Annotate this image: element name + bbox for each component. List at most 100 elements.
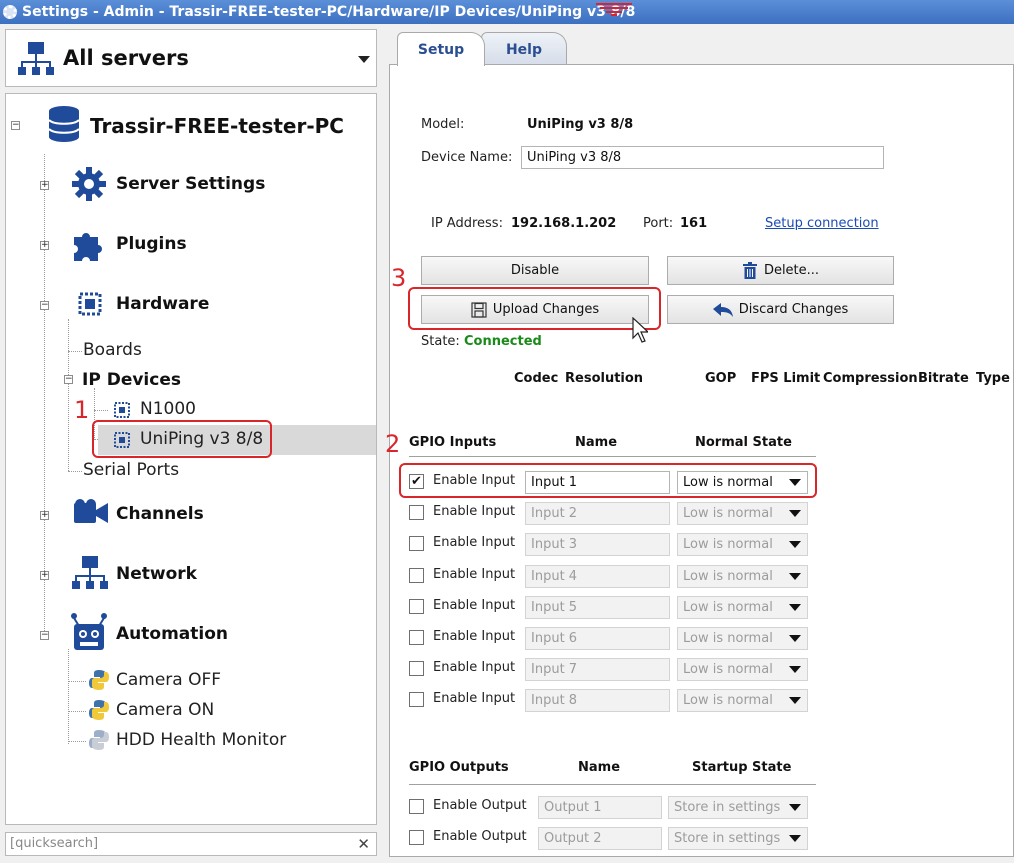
- port-label: Port:: [643, 216, 674, 231]
- gpio-input-checkbox[interactable]: [409, 630, 424, 645]
- annotation-highlight-3: [408, 287, 661, 330]
- gpio-input-name-field[interactable]: Input 7: [525, 658, 670, 682]
- gpio-input-checkbox[interactable]: [409, 692, 424, 708]
- column-header-codec: Codec: [514, 371, 559, 386]
- gpio-input-checkbox-label: Enable Input: [433, 566, 516, 582]
- annotation-number-1: 1: [74, 396, 90, 424]
- settings-gear-icon: [3, 5, 17, 19]
- discard-changes-button[interactable]: Discard Changes: [667, 295, 894, 324]
- gpio-input-checkbox[interactable]: [409, 598, 424, 614]
- chevron-down-icon: [789, 666, 801, 674]
- gpio-inputs-normal-state-header: Normal State: [695, 435, 792, 450]
- gpio-outputs-startup-state-header: Startup State: [692, 760, 792, 775]
- gpio-input-name-field[interactable]: Input 6: [525, 627, 670, 650]
- collapse-root-toggle[interactable]: −: [11, 121, 20, 130]
- tree-item-hardware[interactable]: Hardware: [116, 294, 209, 314]
- all-servers-dropdown[interactable]: All servers: [5, 29, 377, 87]
- device-name-input[interactable]: UniPing v3 8/8: [521, 146, 884, 169]
- gpio-input-state-select[interactable]: Low is normal: [677, 533, 808, 557]
- gpio-input-state-value: Low is normal: [683, 599, 773, 615]
- tree-item-script[interactable]: Camera ON: [116, 700, 214, 720]
- expand-channels-toggle[interactable]: +: [40, 511, 49, 520]
- navigation-tree: − Trassir-FREE-tester-PC + Server Settin…: [5, 93, 377, 825]
- gpio-output-state-value: Store in settings: [674, 831, 781, 847]
- gpio-output-checkbox[interactable]: [409, 799, 424, 814]
- database-icon: [48, 106, 80, 142]
- gpio-output-checkbox-label: Enable Output: [433, 798, 527, 813]
- gpio-input-name-field[interactable]: Input 5: [525, 595, 670, 619]
- tree-item-plugins[interactable]: Plugins: [116, 234, 187, 254]
- gpio-input-state-select[interactable]: Low is normal: [677, 595, 808, 619]
- gpio-input-checkbox[interactable]: [409, 505, 424, 521]
- network-icon: [72, 556, 108, 589]
- tree-item-boards[interactable]: Boards: [83, 340, 142, 360]
- tree-item-n1000[interactable]: N1000: [140, 399, 196, 419]
- column-header-resolution: Resolution: [565, 371, 644, 386]
- state-label: State:: [421, 334, 460, 349]
- expand-plugins-toggle[interactable]: +: [40, 241, 49, 250]
- disable-button[interactable]: Disable: [421, 256, 649, 285]
- clear-search-icon[interactable]: ✕: [357, 835, 370, 853]
- tree-item-network[interactable]: Network: [116, 564, 197, 584]
- python-icon: [89, 670, 109, 690]
- setup-connection-link[interactable]: Setup connection: [765, 216, 879, 231]
- gpio-input-state-value: Low is normal: [683, 506, 773, 522]
- gpio-input-checkbox[interactable]: [409, 661, 424, 677]
- gpio-input-name-field[interactable]: Input 8: [525, 689, 670, 713]
- gpio-input-state-value: Low is normal: [683, 693, 773, 709]
- python-icon: [89, 700, 109, 720]
- gpio-input-state-select[interactable]: Low is normal: [677, 627, 808, 650]
- gpio-output-checkbox[interactable]: [409, 830, 424, 846]
- delete-button[interactable]: Delete...: [667, 256, 894, 285]
- gpio-input-state-value: Low is normal: [683, 537, 773, 553]
- port-value: 161: [680, 216, 708, 231]
- tree-item-ip-devices[interactable]: IP Devices: [82, 370, 181, 390]
- gpio-input-state-select[interactable]: Low is normal: [677, 689, 808, 713]
- annotation-number-3: 3: [391, 264, 407, 292]
- model-label: Model:: [421, 117, 465, 132]
- gpio-input-name-field[interactable]: Input 2: [525, 502, 670, 526]
- tree-item-serial-ports[interactable]: Serial Ports: [83, 460, 179, 480]
- gpio-input-state-value: Low is normal: [683, 568, 773, 584]
- column-header-type: Type: [976, 371, 1010, 386]
- annotation-highlight-2: [399, 463, 817, 498]
- tree-item-script[interactable]: HDD Health Monitor: [116, 730, 286, 750]
- tree-item-automation[interactable]: Automation: [116, 624, 228, 644]
- gpio-outputs-divider: [409, 784, 816, 785]
- gpio-inputs-name-header: Name: [575, 435, 618, 450]
- gpio-input-name-field[interactable]: Input 4: [525, 564, 670, 588]
- gpio-output-state-select[interactable]: Store in settings: [668, 827, 808, 851]
- collapse-ip-devices-toggle[interactable]: −: [64, 375, 73, 384]
- chevron-down-icon: [789, 541, 801, 549]
- gpio-input-name-field[interactable]: Input 3: [525, 533, 670, 557]
- column-header-bitrate: Bitrate: [918, 371, 969, 386]
- undo-arrow-icon: [712, 302, 733, 317]
- tree-item-channels[interactable]: Channels: [116, 504, 204, 524]
- python-icon: [89, 730, 109, 750]
- ip-address-label: IP Address:: [431, 216, 503, 231]
- annotation-number-2: 2: [385, 430, 401, 458]
- ip-address-value: 192.168.1.202: [511, 216, 617, 231]
- quicksearch-input[interactable]: [quicksearch] ✕: [5, 832, 377, 856]
- tab-setup[interactable]: Setup: [397, 32, 485, 66]
- tab-help[interactable]: Help: [481, 32, 567, 65]
- device-name-label: Device Name:: [421, 150, 513, 165]
- chip-icon: [78, 292, 102, 316]
- gpio-input-state-select[interactable]: Low is normal: [677, 658, 808, 682]
- gpio-input-checkbox[interactable]: [409, 536, 424, 552]
- collapse-automation-toggle[interactable]: −: [40, 631, 49, 640]
- expand-server-settings-toggle[interactable]: +: [40, 181, 49, 190]
- collapse-hardware-toggle[interactable]: −: [40, 301, 49, 310]
- chevron-down-icon: [789, 572, 801, 580]
- gpio-input-state-select[interactable]: Low is normal: [677, 502, 808, 526]
- gpio-output-state-select[interactable]: Store in settings: [668, 796, 808, 819]
- expand-network-toggle[interactable]: +: [40, 571, 49, 580]
- tree-item-server-settings[interactable]: Server Settings: [116, 174, 265, 194]
- camera-icon: [74, 499, 108, 523]
- tree-root-server[interactable]: Trassir-FREE-tester-PC: [90, 114, 344, 138]
- tree-item-script[interactable]: Camera OFF: [116, 670, 221, 690]
- gpio-output-name-field[interactable]: Output 1: [538, 796, 662, 819]
- gpio-input-state-select[interactable]: Low is normal: [677, 564, 808, 588]
- gpio-output-name-field[interactable]: Output 2: [538, 827, 662, 851]
- gpio-input-checkbox[interactable]: [409, 567, 424, 583]
